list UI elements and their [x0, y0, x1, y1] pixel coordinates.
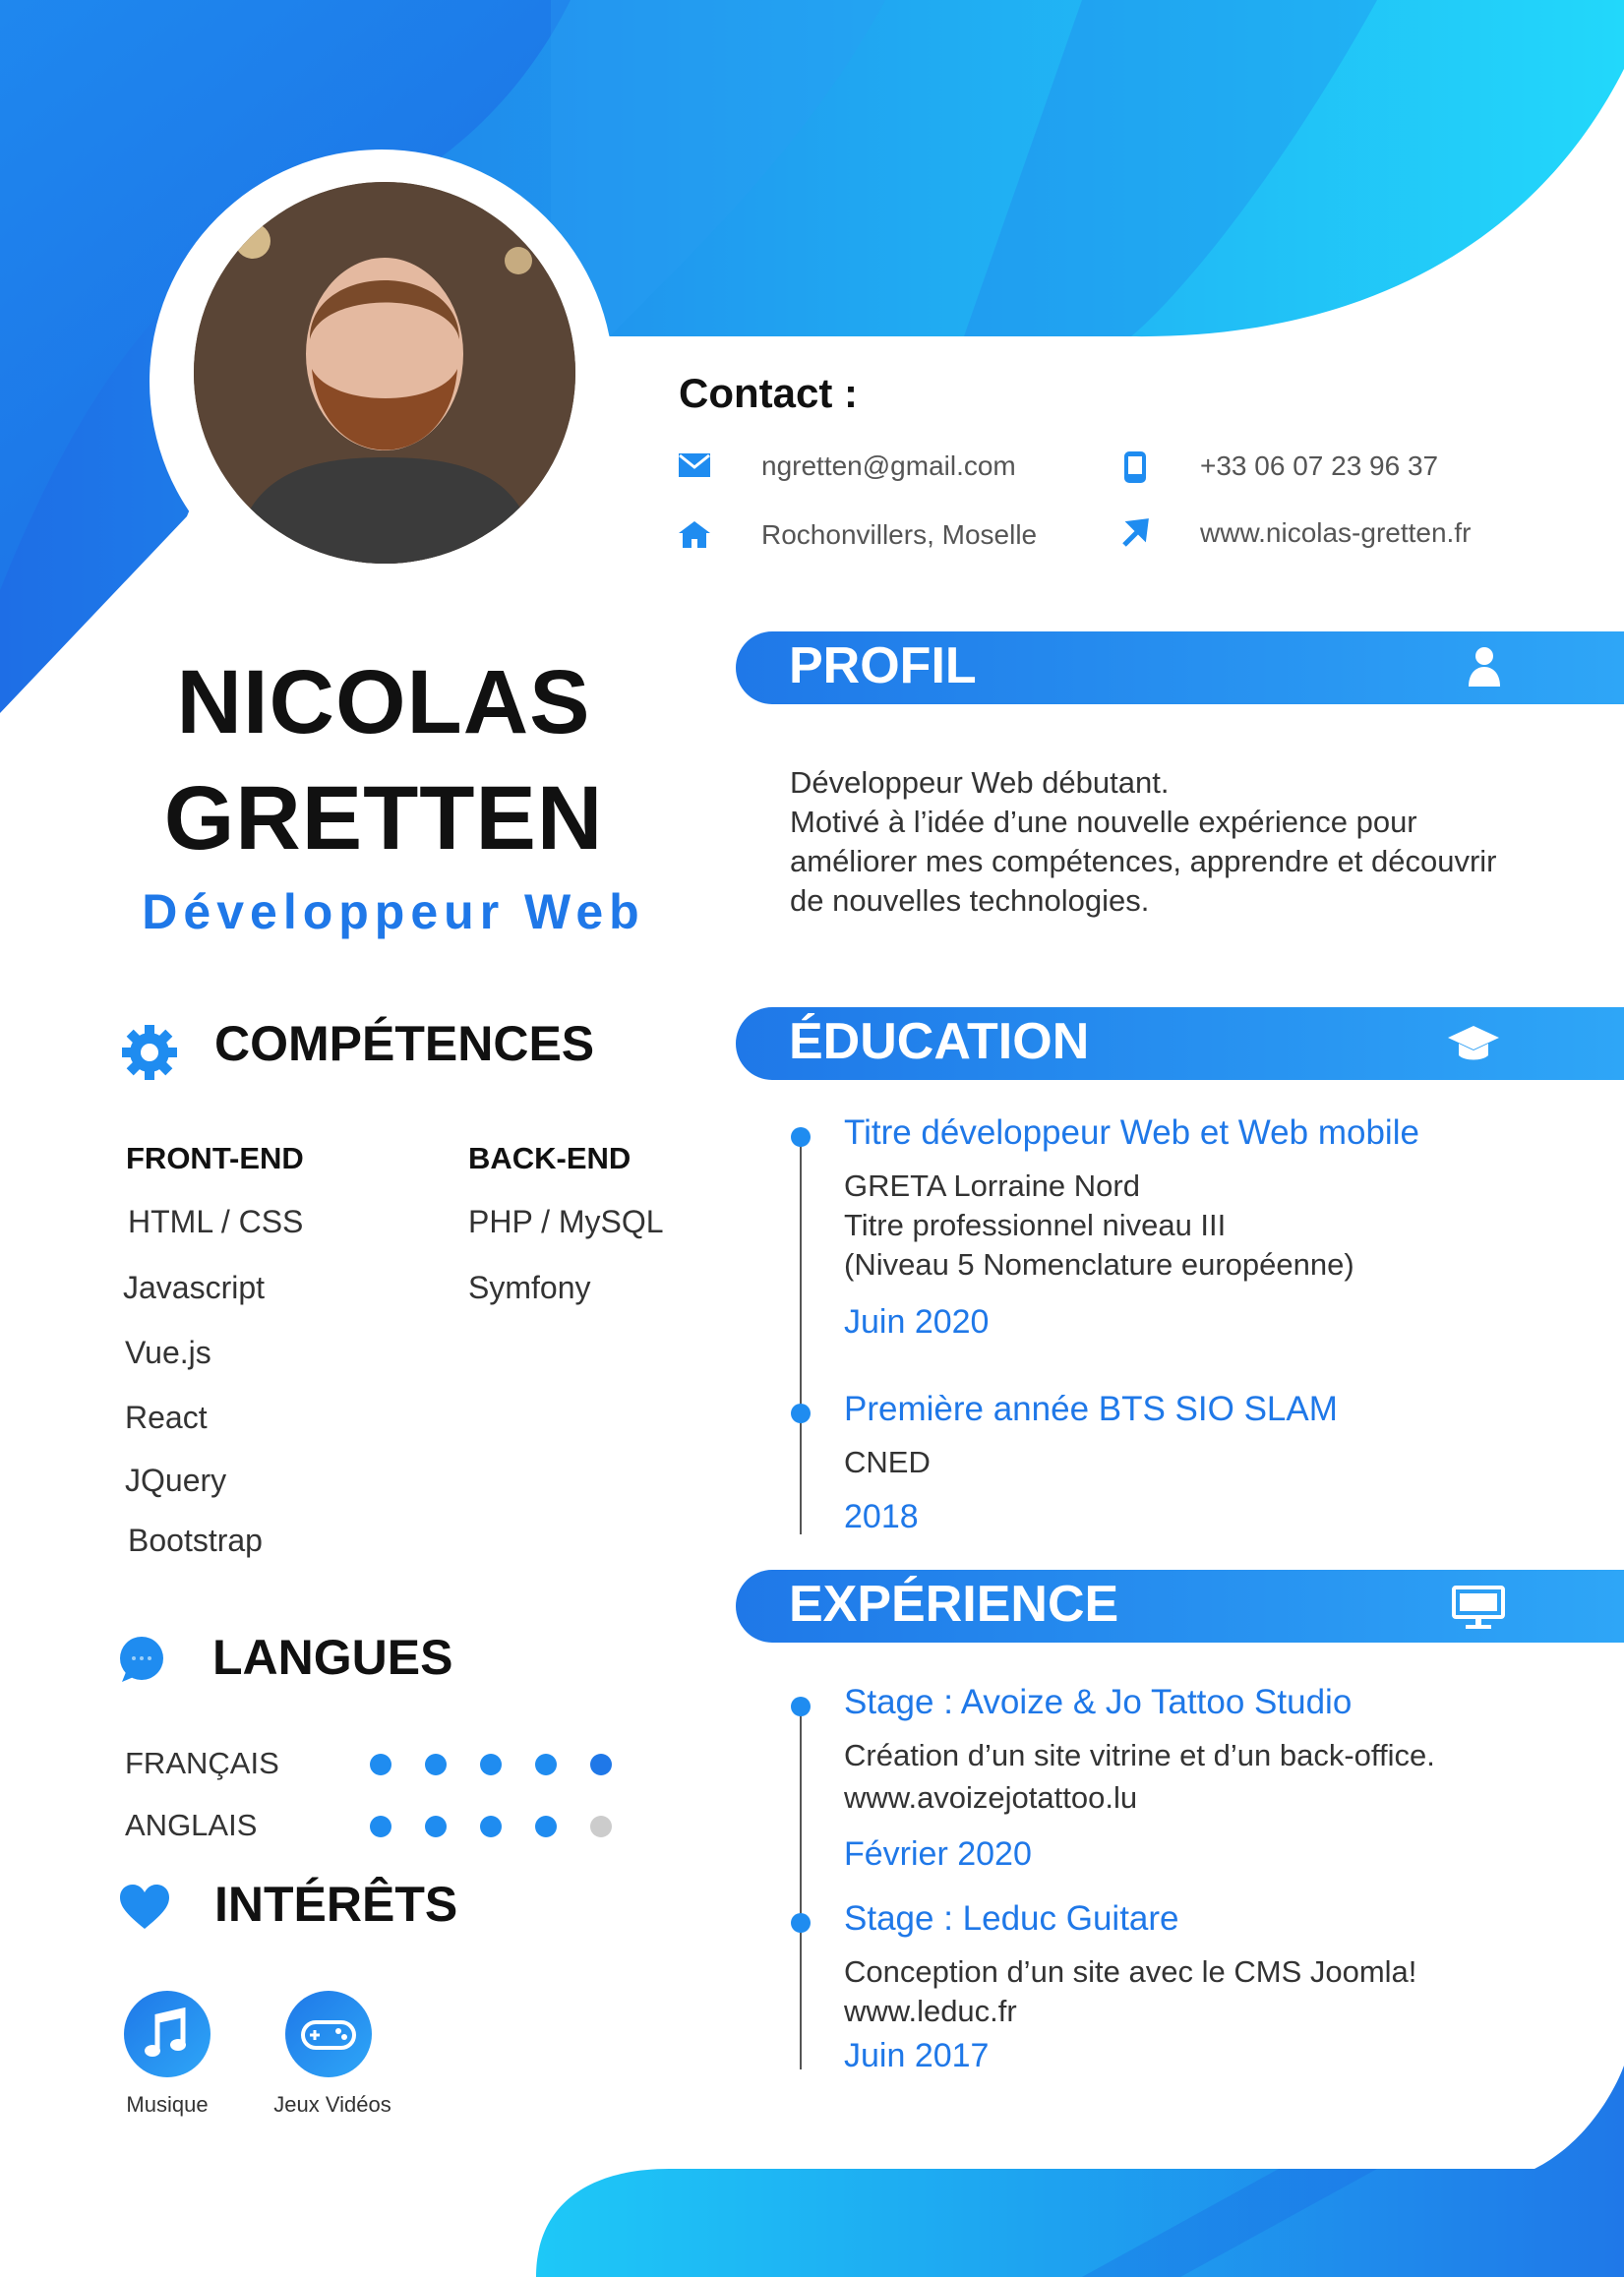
- level-dot: [535, 1816, 557, 1837]
- full-name: NICOLAS GRETTEN: [118, 644, 649, 876]
- education-item-date: 2018: [844, 1498, 919, 1535]
- language-name: FRANÇAIS: [125, 1746, 279, 1780]
- first-name: NICOLAS: [176, 652, 591, 752]
- interest-label: Jeux Vidéos: [273, 2092, 391, 2117]
- level-dot: [425, 1816, 447, 1837]
- level-dot: [480, 1754, 502, 1775]
- experience-item-text: Conception d’un site avec le CMS Joomla!…: [844, 1952, 1416, 2031]
- skill-item: Bootstrap: [128, 1523, 263, 1558]
- graduation-cap-icon: [1447, 1024, 1500, 1068]
- contact-phone[interactable]: +33 06 07 23 96 37: [1200, 450, 1438, 482]
- level-dot: [590, 1754, 612, 1775]
- gear-icon: [120, 1023, 179, 1087]
- skill-item: React: [125, 1400, 208, 1435]
- level-dot: [480, 1816, 502, 1837]
- skill-item: PHP / MySQL: [468, 1204, 664, 1239]
- experience-line: www.leduc.fr: [844, 1994, 1017, 2028]
- education-item-text: GRETA Lorraine Nord Titre professionnel …: [844, 1167, 1354, 1285]
- profile-line: améliorer mes compétences, apprendre et …: [790, 844, 1497, 878]
- education-line: (Niveau 5 Nomenclature européenne): [844, 1247, 1354, 1282]
- experience-line: Conception d’un site avec le CMS Joomla!: [844, 1954, 1417, 1989]
- monitor-icon: [1452, 1586, 1505, 1636]
- heart-icon: [118, 1884, 171, 1936]
- contact-email[interactable]: ngretten@gmail.com: [761, 450, 1016, 482]
- job-title: Développeur Web: [142, 884, 645, 939]
- profile-text: Développeur Web débutant. Motivé à l’idé…: [790, 763, 1537, 921]
- phone-icon: [1117, 450, 1153, 486]
- level-dot: [425, 1754, 447, 1775]
- education-line: Titre professionnel niveau III: [844, 1208, 1227, 1242]
- education-line: GRETA Lorraine Nord: [844, 1168, 1140, 1203]
- experience-title: EXPÉRIENCE: [789, 1576, 1119, 1633]
- timeline-dot: [791, 1404, 811, 1423]
- skill-item: Vue.js: [125, 1335, 211, 1370]
- interests-title: INTÉRÊTS: [214, 1877, 458, 1932]
- experience-item-title: Stage : Avoize & Jo Tattoo Studio: [844, 1683, 1353, 1721]
- profile-line: Motivé à l’idée d’une nouvelle expérienc…: [790, 805, 1417, 839]
- languages-title: LANGUES: [212, 1630, 453, 1685]
- profile-photo: [194, 182, 575, 564]
- profile-line: Développeur Web débutant.: [790, 765, 1170, 800]
- front-end-title: FRONT-END: [126, 1141, 304, 1175]
- arrow-link-icon: [1117, 517, 1153, 553]
- education-item-date: Juin 2020: [844, 1303, 990, 1341]
- skill-item: Symfony: [468, 1270, 591, 1305]
- skill-item: HTML / CSS: [128, 1204, 304, 1239]
- level-dot: [535, 1754, 557, 1775]
- timeline-dot: [791, 1127, 811, 1147]
- timeline-line: [800, 1708, 802, 2069]
- experience-item-text: Création d’un site vitrine et d’un back-…: [844, 1736, 1435, 1818]
- education-title: ÉDUCATION: [789, 1013, 1090, 1070]
- education-item-title: Titre développeur Web et Web mobile: [844, 1113, 1419, 1152]
- contact-address: Rochonvillers, Moselle: [761, 519, 1038, 550]
- experience-item-title: Stage : Leduc Guitare: [844, 1899, 1179, 1938]
- gamepad-icon: [285, 1991, 372, 2077]
- level-dot: [370, 1816, 391, 1837]
- level-dot: [370, 1754, 391, 1775]
- experience-item-date: Février 2020: [844, 1835, 1032, 1873]
- interest-label: Musique: [126, 2092, 209, 2117]
- experience-line: www.avoizejotattoo.lu: [844, 1780, 1138, 1815]
- contact-title: Contact :: [679, 370, 858, 416]
- home-icon: [677, 519, 712, 555]
- envelope-icon: [677, 451, 712, 487]
- experience-item-date: Juin 2017: [844, 2037, 990, 2074]
- education-item-text: CNED: [844, 1443, 931, 1482]
- language-name: ANGLAIS: [125, 1808, 258, 1842]
- skill-item: JQuery: [125, 1463, 227, 1498]
- education-line: CNED: [844, 1445, 931, 1479]
- profile-line: de nouvelles technologies.: [790, 883, 1150, 918]
- timeline-dot: [791, 1697, 811, 1716]
- experience-line: Création d’un site vitrine et d’un back-…: [844, 1738, 1435, 1772]
- profile-title: PROFIL: [789, 637, 977, 694]
- contact-website[interactable]: www.nicolas-gretten.fr: [1200, 517, 1471, 549]
- speech-bubble-icon: [118, 1635, 167, 1689]
- level-dot: [590, 1816, 612, 1837]
- user-icon: [1467, 645, 1502, 691]
- skills-title: COMPÉTENCES: [214, 1016, 595, 1071]
- skill-item: Javascript: [123, 1270, 266, 1305]
- education-item-title: Première année BTS SIO SLAM: [844, 1390, 1338, 1428]
- timeline-dot: [791, 1913, 811, 1933]
- timeline-line: [800, 1137, 802, 1534]
- music-note-icon: [124, 1991, 211, 2077]
- back-end-title: BACK-END: [468, 1141, 632, 1175]
- last-name: GRETTEN: [163, 768, 604, 869]
